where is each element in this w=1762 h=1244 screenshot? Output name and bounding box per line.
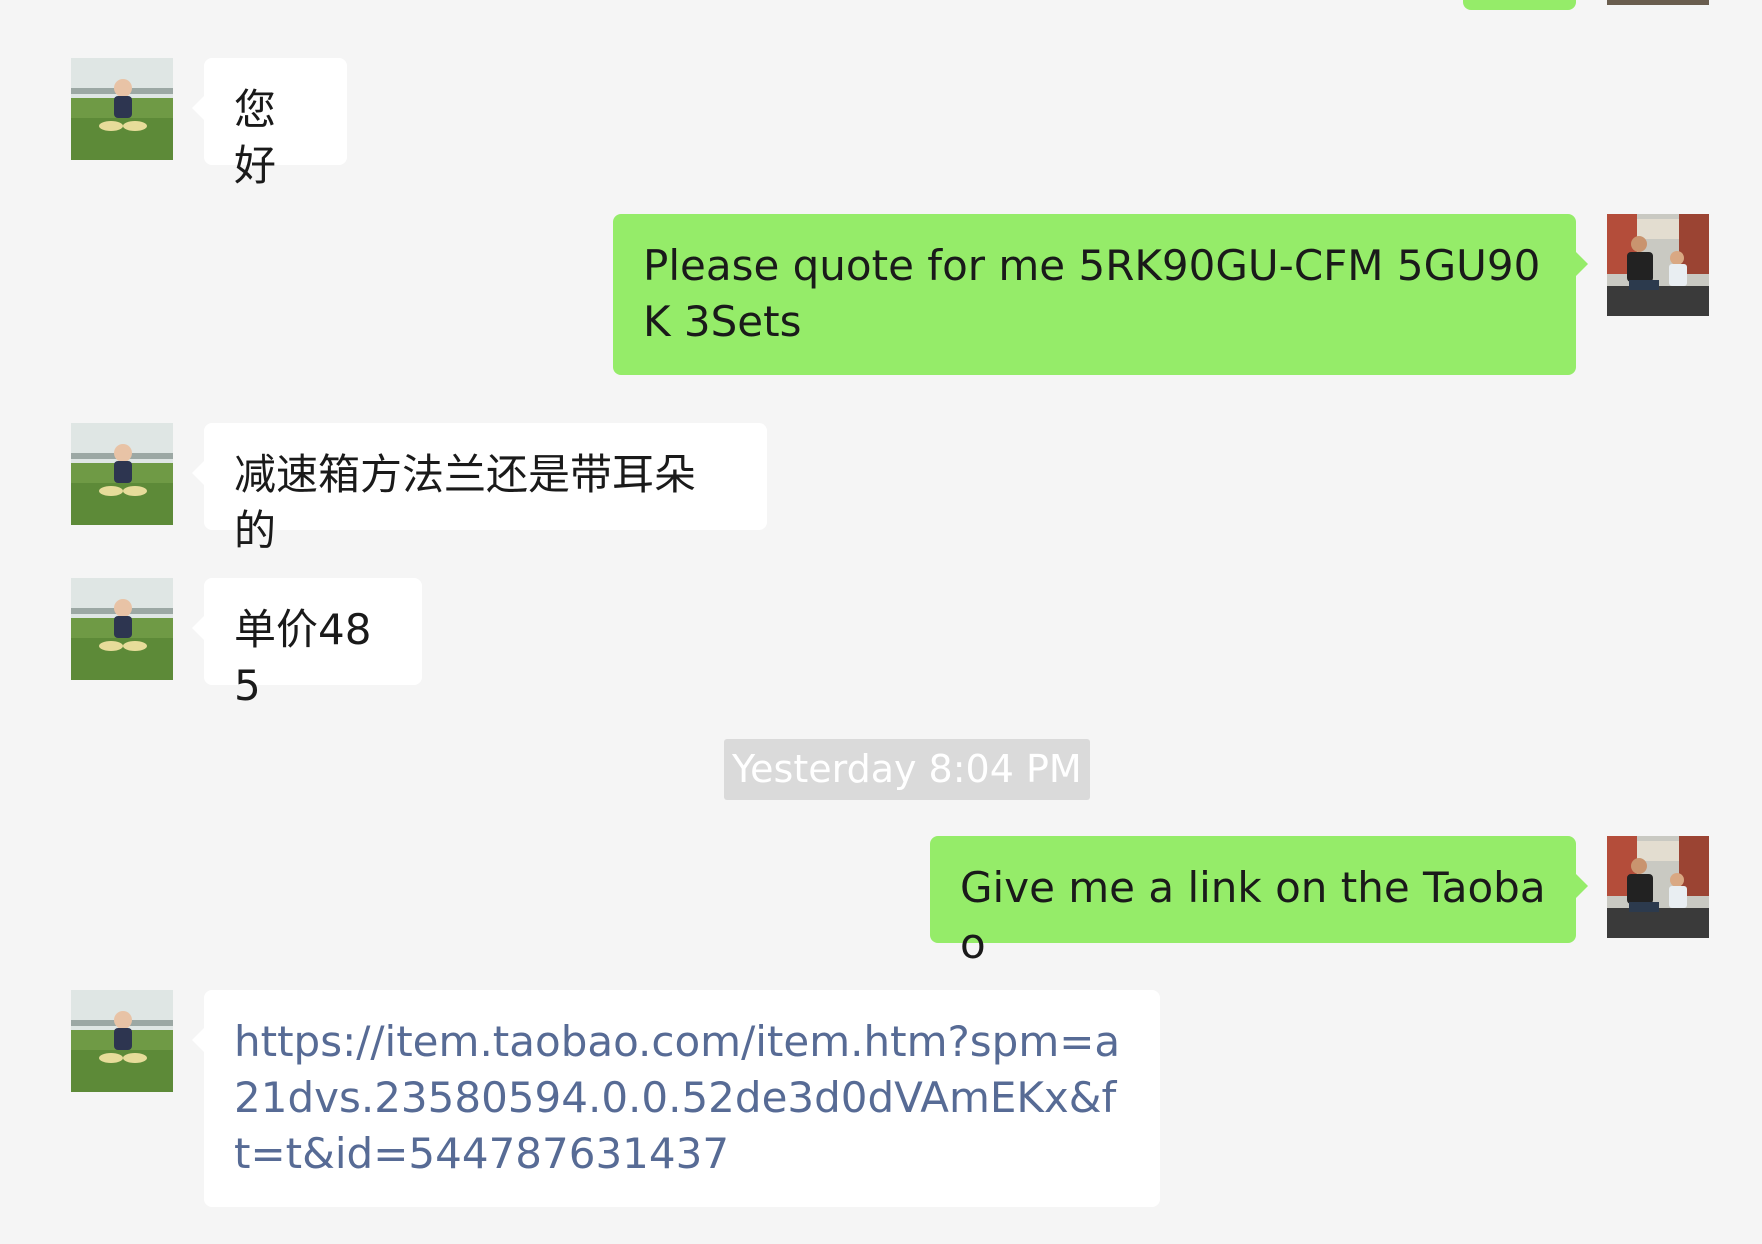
message-link-bubble[interactable]: https://item.taobao.com/item.htm?spm=a21… [192,990,1160,1207]
cropped-outgoing-bubble [1463,0,1576,10]
baby-avatar-icon [71,990,173,1092]
baby-avatar-icon [71,578,173,680]
contact-avatar[interactable] [71,423,173,525]
baby-avatar-icon [71,423,173,525]
contact-avatar[interactable] [71,990,173,1092]
cropped-avatar [1607,0,1709,5]
message-bubble-outgoing[interactable]: Give me a link on the Taobao [930,836,1588,968]
man-child-avatar-icon [1607,214,1709,316]
message-bubble-incoming[interactable]: 减速箱方法兰还是带耳朵的 [192,423,767,555]
contact-avatar[interactable] [71,58,173,160]
timestamp-divider: Yesterday 8:04 PM [724,739,1090,800]
contact-avatar[interactable] [71,578,173,680]
message-bubble-incoming[interactable]: 您好 [192,58,347,190]
my-avatar[interactable] [1607,836,1709,938]
my-avatar[interactable] [1607,214,1709,316]
baby-avatar-icon [71,58,173,160]
man-child-avatar-icon [1607,836,1709,938]
chat-message-list[interactable]: 您好 Please quote for me 5RK90GU-CFM 5GU90… [0,0,1762,1244]
message-bubble-incoming[interactable]: 单价485 [192,578,422,710]
message-bubble-outgoing[interactable]: Please quote for me 5RK90GU-CFM 5GU90K 3… [613,214,1588,375]
